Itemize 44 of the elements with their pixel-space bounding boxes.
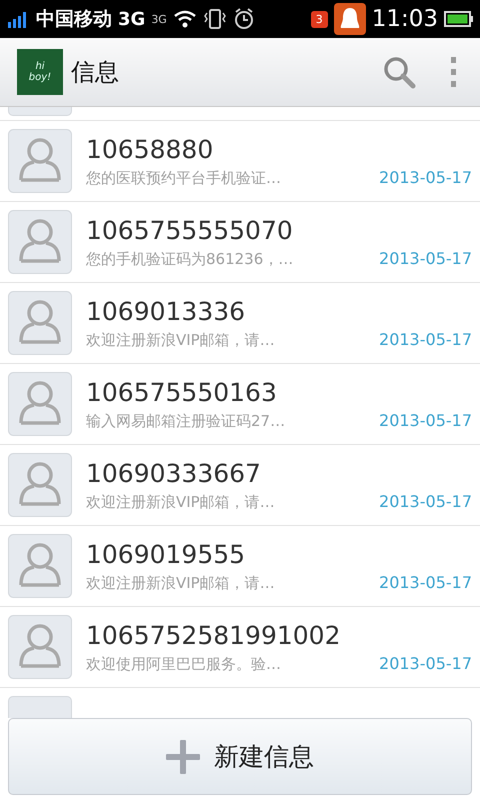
message-preview: 您的手机验证码为861236，… (86, 250, 294, 268)
alarm-icon (232, 8, 255, 30)
sender-number: 1069013336 (86, 296, 246, 326)
network-small-label: 3G (151, 12, 167, 26)
conversation-item[interactable]: 1069019555 欢迎注册新浪VIP邮箱，请… 2013-05-17 (0, 526, 480, 607)
sender-number: 10690333667 (86, 458, 262, 488)
message-date: 2013-05-17 (379, 572, 472, 592)
message-date: 2013-05-17 (379, 248, 472, 268)
vibrate-icon (202, 9, 227, 29)
logo-text: hi boy! (28, 61, 52, 83)
clock-time: 11:03 (372, 6, 438, 32)
overflow-menu-icon[interactable] (450, 57, 458, 87)
plus-icon (166, 740, 200, 774)
sender-number: 1069019555 (86, 540, 246, 568)
message-preview: 您的医联预约平台手机验证… (86, 168, 281, 188)
message-preview: 输入网易邮箱注册验证码27… (86, 412, 286, 430)
message-date: 2013-05-17 (379, 410, 472, 430)
wifi-icon (172, 10, 197, 28)
sender-number: 10658880 (86, 134, 214, 164)
message-preview: 欢迎使用阿里巴巴服务。验… (86, 654, 281, 674)
conversation-item[interactable]: 1065755555070 您的手机验证码为861236，… 2013-05-17 (0, 202, 480, 283)
notification-count: 3 (310, 10, 328, 28)
sender-number: 1065755555070 (86, 216, 294, 244)
sender-number: 106575550163 (86, 378, 278, 406)
conversation-item[interactable]: 10658880 您的医联预约平台手机验证… 2013-05-17 (0, 121, 480, 202)
message-date: 2013-05-17 (379, 330, 472, 348)
message-date: 2013-05-17 (379, 168, 472, 186)
carrier-name: 中国移动 (36, 7, 112, 32)
conversation-item[interactable]: 1069013336 欢迎注册新浪VIP邮箱，请… 2013-05-17 (0, 283, 480, 364)
message-preview: 欢迎注册新浪VIP邮箱，请… (86, 330, 275, 350)
screen-title: 信息 (71, 57, 119, 88)
search-icon[interactable] (382, 55, 416, 89)
new-message-button[interactable]: 新建信息 (8, 718, 472, 795)
conversation-item[interactable]: 10690333667 欢迎注册新浪VIP邮箱，请… 2013-05-17 (0, 445, 480, 526)
conversation-item[interactable]: 1065752581991002 欢迎使用阿里巴巴服务。验… 2013-05-17 (0, 607, 480, 688)
message-date: 2013-05-17 (379, 492, 472, 510)
network-type: 3G (118, 8, 146, 30)
app-logo[interactable]: hi boy! (17, 49, 63, 95)
message-preview: 欢迎注册新浪VIP邮箱，请… (86, 492, 275, 512)
sender-number: 1065752581991002 (86, 620, 342, 650)
message-date: 2013-05-17 (379, 654, 472, 672)
battery-icon (444, 11, 474, 27)
conversation-item[interactable]: 106575550163 输入网易邮箱注册验证码27… 2013-05-17 (0, 364, 480, 445)
message-preview: 欢迎注册新浪VIP邮箱，请… (86, 574, 275, 592)
